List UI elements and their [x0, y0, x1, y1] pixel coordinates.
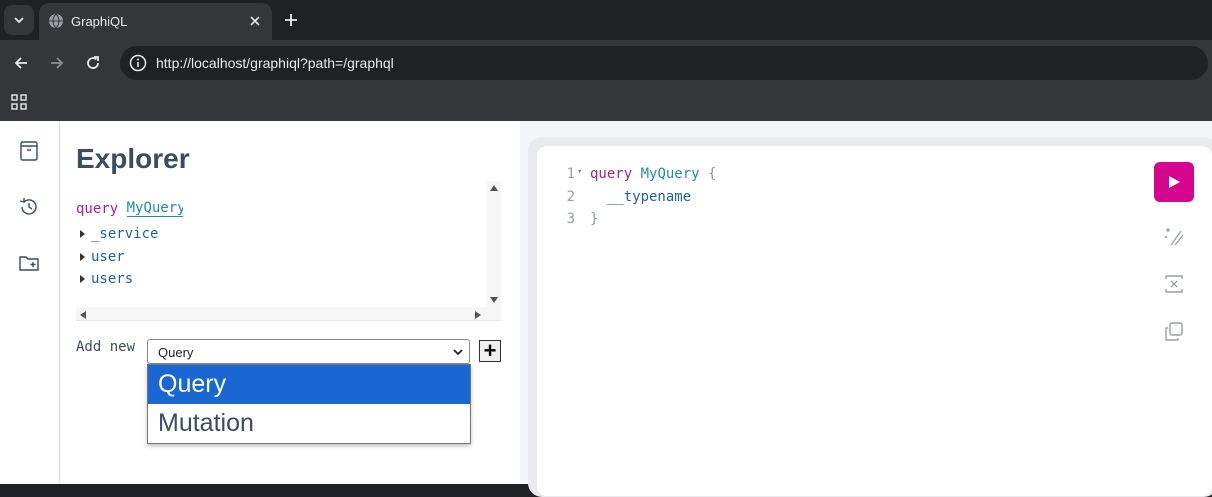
- code-field: __typename: [606, 189, 692, 205]
- line-number: 2: [566, 189, 575, 205]
- code-keyword: query: [590, 166, 633, 182]
- caret-right-icon: [80, 275, 85, 283]
- field-label: _service: [91, 226, 159, 242]
- scroll-up-icon[interactable]: [490, 185, 498, 191]
- scroll-right-icon[interactable]: [475, 311, 481, 319]
- copy-icon[interactable]: [1163, 321, 1185, 343]
- docs-icon[interactable]: [18, 140, 40, 162]
- code-punct: }: [590, 211, 599, 227]
- tab-search-button[interactable]: [4, 5, 34, 35]
- scroll-down-icon[interactable]: [490, 297, 498, 303]
- history-icon[interactable]: [18, 196, 40, 218]
- apps-grid-icon[interactable]: [10, 93, 28, 111]
- bookmarks-bar: [0, 85, 1212, 121]
- caret-right-icon: [80, 253, 85, 261]
- select-value: Query: [158, 345, 194, 360]
- back-button[interactable]: [9, 51, 33, 75]
- line-number: 1: [566, 166, 575, 182]
- dropdown-option-mutation[interactable]: Mutation: [148, 404, 470, 443]
- caret-right-icon: [80, 230, 85, 238]
- address-bar[interactable]: http://localhost/graphiql?path=/graphql: [120, 46, 1208, 80]
- operation-name-input[interactable]: MyQuery: [126, 200, 183, 217]
- reload-icon: [87, 56, 99, 69]
- tab-title: GraphiQL: [71, 14, 128, 29]
- forward-button[interactable]: [45, 51, 69, 75]
- field-label: user: [91, 249, 125, 265]
- close-tab-button[interactable]: [246, 12, 264, 30]
- tree-item-user[interactable]: user: [80, 249, 125, 265]
- query-editor[interactable]: 1 ▾ query MyQuery { 2 __typename 3 }: [537, 146, 1212, 496]
- graphiql-page: Explorer query MyQuery _service user use…: [0, 121, 1212, 497]
- explorer-title: Explorer: [76, 143, 190, 174]
- operation-type-dropdown: Query Mutation: [147, 364, 471, 444]
- add-operation-button[interactable]: +: [479, 338, 501, 363]
- code-punct: {: [708, 166, 717, 182]
- tab-strip: GraphiQL: [0, 0, 1212, 40]
- merge-fragments-icon[interactable]: [1163, 273, 1185, 295]
- play-icon: [1169, 176, 1180, 188]
- info-icon[interactable]: [128, 53, 148, 73]
- fold-icon[interactable]: ▾: [577, 167, 582, 177]
- close-icon: [250, 16, 260, 26]
- arrow-right-icon: [51, 57, 64, 69]
- horizontal-scrollbar[interactable]: [76, 307, 501, 321]
- plus-icon: [285, 14, 297, 26]
- field-label: users: [91, 271, 134, 287]
- scroll-left-icon[interactable]: [80, 311, 86, 319]
- url-text: http://localhost/graphiql?path=/graphql: [156, 55, 394, 71]
- new-tab-button[interactable]: [280, 9, 302, 31]
- line-number: 3: [566, 211, 575, 227]
- operation-header: query MyQuery: [76, 200, 183, 217]
- prettify-icon[interactable]: [1163, 225, 1185, 247]
- globe-icon: [49, 13, 63, 29]
- dropdown-option-query[interactable]: Query: [148, 365, 470, 404]
- code-operation-name: MyQuery: [640, 166, 700, 182]
- run-query-button[interactable]: [1154, 162, 1194, 202]
- vertical-scrollbar[interactable]: [487, 181, 501, 307]
- chevron-down-icon: [453, 349, 463, 356]
- add-new-label: Add new: [76, 339, 136, 355]
- add-new-select[interactable]: Query: [147, 339, 470, 364]
- tree-item-service[interactable]: _service: [80, 226, 158, 242]
- chevron-down-icon: [14, 17, 24, 24]
- arrow-left-icon: [14, 57, 27, 69]
- plugin-sidebar: [0, 121, 60, 484]
- explorer-folder-icon[interactable]: [18, 252, 40, 274]
- browser-tab[interactable]: GraphiQL: [39, 3, 272, 40]
- explorer-tree: query MyQuery _service user users: [76, 181, 501, 321]
- tree-item-users[interactable]: users: [80, 271, 133, 287]
- reload-button[interactable]: [81, 51, 105, 75]
- operation-keyword: query: [76, 201, 119, 217]
- explorer-panel: Explorer query MyQuery _service user use…: [61, 121, 520, 484]
